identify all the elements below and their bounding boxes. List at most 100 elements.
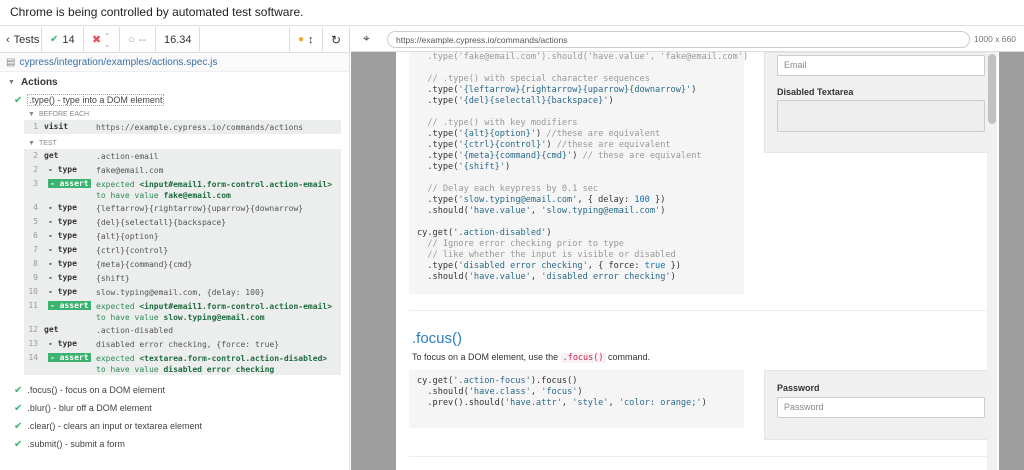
- command-name: - type: [48, 259, 77, 268]
- command-name: get: [44, 151, 59, 160]
- command-number: 14: [28, 353, 38, 362]
- command-number: 4: [33, 203, 38, 212]
- assert-text: to have value: [96, 365, 164, 374]
- command-row[interactable]: 5 - type {del}{selectall}{backspace}: [24, 215, 341, 229]
- command-number: 1: [33, 122, 38, 131]
- command-name: - type: [48, 287, 77, 296]
- assert-text: expected: [96, 302, 140, 311]
- caret-down-icon: ▼: [8, 78, 15, 86]
- x-icon: ✖: [92, 34, 102, 46]
- command-list: 2 get .action-email 2 - type fake@email.com 3 -…: [24, 149, 341, 375]
- test-row[interactable]: ✔ .blur() - blur off a DOM element: [0, 399, 349, 417]
- assert-badge: - assert: [48, 179, 91, 188]
- command-name: visit: [44, 122, 69, 131]
- spec-path[interactable]: ▤ cypress/integration/examples/actions.s…: [0, 53, 349, 72]
- refresh-icon: ↻: [331, 32, 342, 47]
- chevron-left-icon: ‹: [6, 33, 10, 46]
- caret-down-icon: ▼: [28, 111, 35, 118]
- other-tests: ✔ .focus() - focus on a DOM element ✔ .blur…: [0, 381, 349, 453]
- command-name: - assert: [42, 179, 92, 188]
- focus-description: To focus on a DOM element, use the .focu…: [412, 352, 650, 363]
- command-number: 8: [33, 259, 38, 268]
- command-message: .action-email: [96, 152, 159, 161]
- command-row[interactable]: 11- assert expected <input#email1.form-co…: [24, 299, 341, 323]
- command-row[interactable]: 3 - assert expected <input#email1.form-con…: [24, 177, 341, 201]
- command-row[interactable]: 8 - type {meta}{command}{cmd}: [24, 257, 341, 271]
- email-input[interactable]: Email: [777, 55, 985, 76]
- command-row[interactable]: 2 - type fake@email.com: [24, 163, 341, 177]
- command-row[interactable]: 14- assert expected <textarea.form-contro…: [24, 351, 341, 375]
- focus-desc-pre: To focus on a DOM element, use the: [412, 352, 561, 362]
- command-row[interactable]: 9 - type {shift}: [24, 271, 341, 285]
- test-header[interactable]: ▼ TEST: [24, 137, 341, 149]
- test-row[interactable]: ✔ .clear() - clears an input or textarea …: [0, 417, 349, 435]
- email-placeholder: Email: [784, 60, 807, 70]
- command-number: 2: [33, 165, 38, 174]
- dot-icon: ●: [298, 34, 305, 45]
- command-name: - type: [48, 231, 77, 240]
- focus-desc-post: command.: [605, 352, 651, 362]
- command-number: 7: [33, 245, 38, 254]
- autoscroll-toggle[interactable]: ● ↕: [289, 27, 323, 53]
- command-number: 6: [33, 231, 38, 240]
- test-row-type[interactable]: ✔ .type() - type into a DOM element: [0, 92, 349, 108]
- assert-subject: <input#email1.form-control.action-email>: [139, 302, 333, 311]
- command-name: - type: [48, 339, 77, 348]
- test-row[interactable]: ✔ .focus() - focus on a DOM element: [0, 381, 349, 399]
- command-message: https://example.cypress.io/commands/acti…: [96, 123, 304, 132]
- command-row[interactable]: 6 - type {alt}{option}: [24, 229, 341, 243]
- disabled-textarea-label: Disabled Textarea: [777, 87, 854, 97]
- command-row[interactable]: 4 - type {leftarrow}{rightarrow}{uparrow}{…: [24, 201, 341, 215]
- command-row[interactable]: 10 - type slow.typing@email.com, {delay: 1…: [24, 285, 341, 299]
- pending-value: --: [138, 33, 146, 46]
- crosshair-icon[interactable]: ⌖: [363, 31, 370, 46]
- command-number: 2: [33, 151, 38, 160]
- divider: [409, 310, 997, 311]
- app-under-test: .type('fake@email.com').should('have.val…: [351, 52, 1024, 470]
- command-row[interactable]: 1 visit https://example.cypress.io/comma…: [24, 120, 341, 134]
- tests-label: Tests: [13, 33, 40, 46]
- command-message: expected <input#email1.form-control.acti…: [92, 179, 341, 201]
- passed-count: ✔ 14: [42, 27, 84, 53]
- test-label: TEST: [38, 140, 57, 147]
- browser-header: ⌖ https://example.cypress.io/commands/ac…: [351, 27, 1024, 52]
- caret-down-icon: ▼: [28, 140, 35, 147]
- disabled-textarea[interactable]: [777, 100, 985, 132]
- command-row[interactable]: 7 - type {ctrl}{control}: [24, 243, 341, 257]
- focus-desc-code: .focus(): [560, 353, 606, 363]
- command-row[interactable]: 2 get .action-email: [24, 149, 341, 163]
- command-message: {shift}: [96, 274, 130, 283]
- test-row[interactable]: ✔ .submit() - submit a form: [0, 435, 349, 453]
- command-number: 3: [33, 179, 38, 188]
- command-number: 12: [28, 325, 38, 334]
- before-each-header[interactable]: ▼ BEFORE EACH: [24, 108, 341, 120]
- duration: 16.34: [156, 27, 200, 53]
- command-message: {del}{selectall}{backspace}: [96, 218, 227, 227]
- command-message: expected <textarea.form-control.action-d…: [92, 353, 341, 375]
- suite-title: Actions: [20, 76, 58, 88]
- command-message: {leftarrow}{rightarrow}{uparrow}{downarr…: [96, 204, 304, 213]
- command-row[interactable]: 12 get .action-disabled: [24, 323, 341, 337]
- password-input[interactable]: Password: [777, 397, 985, 418]
- failed-value: --: [105, 27, 109, 52]
- type-form-panel: Email Disabled Textarea: [764, 52, 997, 153]
- failed-count: ✖ --: [84, 27, 120, 53]
- command-row[interactable]: 13 - type disabled error checking, {force:…: [24, 337, 341, 351]
- scrollbar-thumb[interactable]: [988, 54, 996, 124]
- rerun-button[interactable]: ↻: [323, 27, 349, 53]
- assert-text: expected: [96, 180, 140, 189]
- tests-button[interactable]: ‹ Tests: [0, 27, 42, 53]
- url-bar[interactable]: https://example.cypress.io/commands/acti…: [387, 31, 970, 48]
- suite-header[interactable]: ▼ Actions: [0, 72, 349, 92]
- aut-page: .type('fake@email.com').should('have.val…: [396, 52, 999, 470]
- command-name: - type: [48, 165, 77, 174]
- spec-path-text: cypress/integration/examples/actions.spe…: [19, 56, 218, 68]
- command-number: 9: [33, 273, 38, 282]
- command-message: {ctrl}{control}: [96, 246, 169, 255]
- reporter-panel: ‹ Tests ✔ 14 ✖ -- ○ -- 16.34 ● ↕ ↻ ▤ cyp…: [0, 27, 350, 470]
- check-icon: ✔: [14, 402, 23, 414]
- command-message: disabled error checking, {force: true}: [96, 340, 280, 349]
- viewport-size: 1000 x 660: [973, 34, 1016, 44]
- check-icon: ✔: [14, 438, 23, 450]
- url-text: https://example.cypress.io/commands/acti…: [396, 35, 568, 45]
